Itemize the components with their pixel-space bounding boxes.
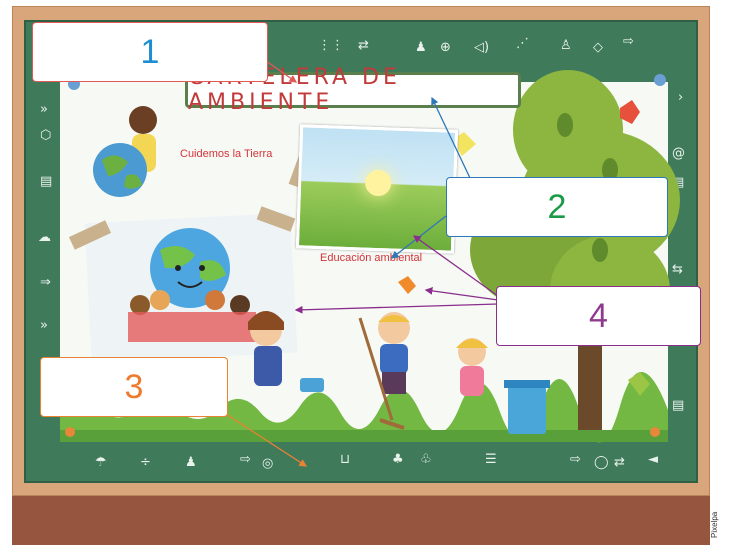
label-box-1[interactable]: 1 [32,22,268,82]
label-box-2[interactable]: 2 [446,177,668,237]
pointer-2b [390,215,447,259]
label-box-4[interactable]: 4 [496,286,701,346]
pointer-4a [294,303,499,314]
pointer-4b [424,287,499,301]
pointer-2a [431,96,471,179]
label-box-3[interactable]: 3 [40,357,228,417]
image-credit: Pixelpa [710,511,719,538]
pointer-lines [191,57,499,467]
pointer-4c [412,235,499,297]
